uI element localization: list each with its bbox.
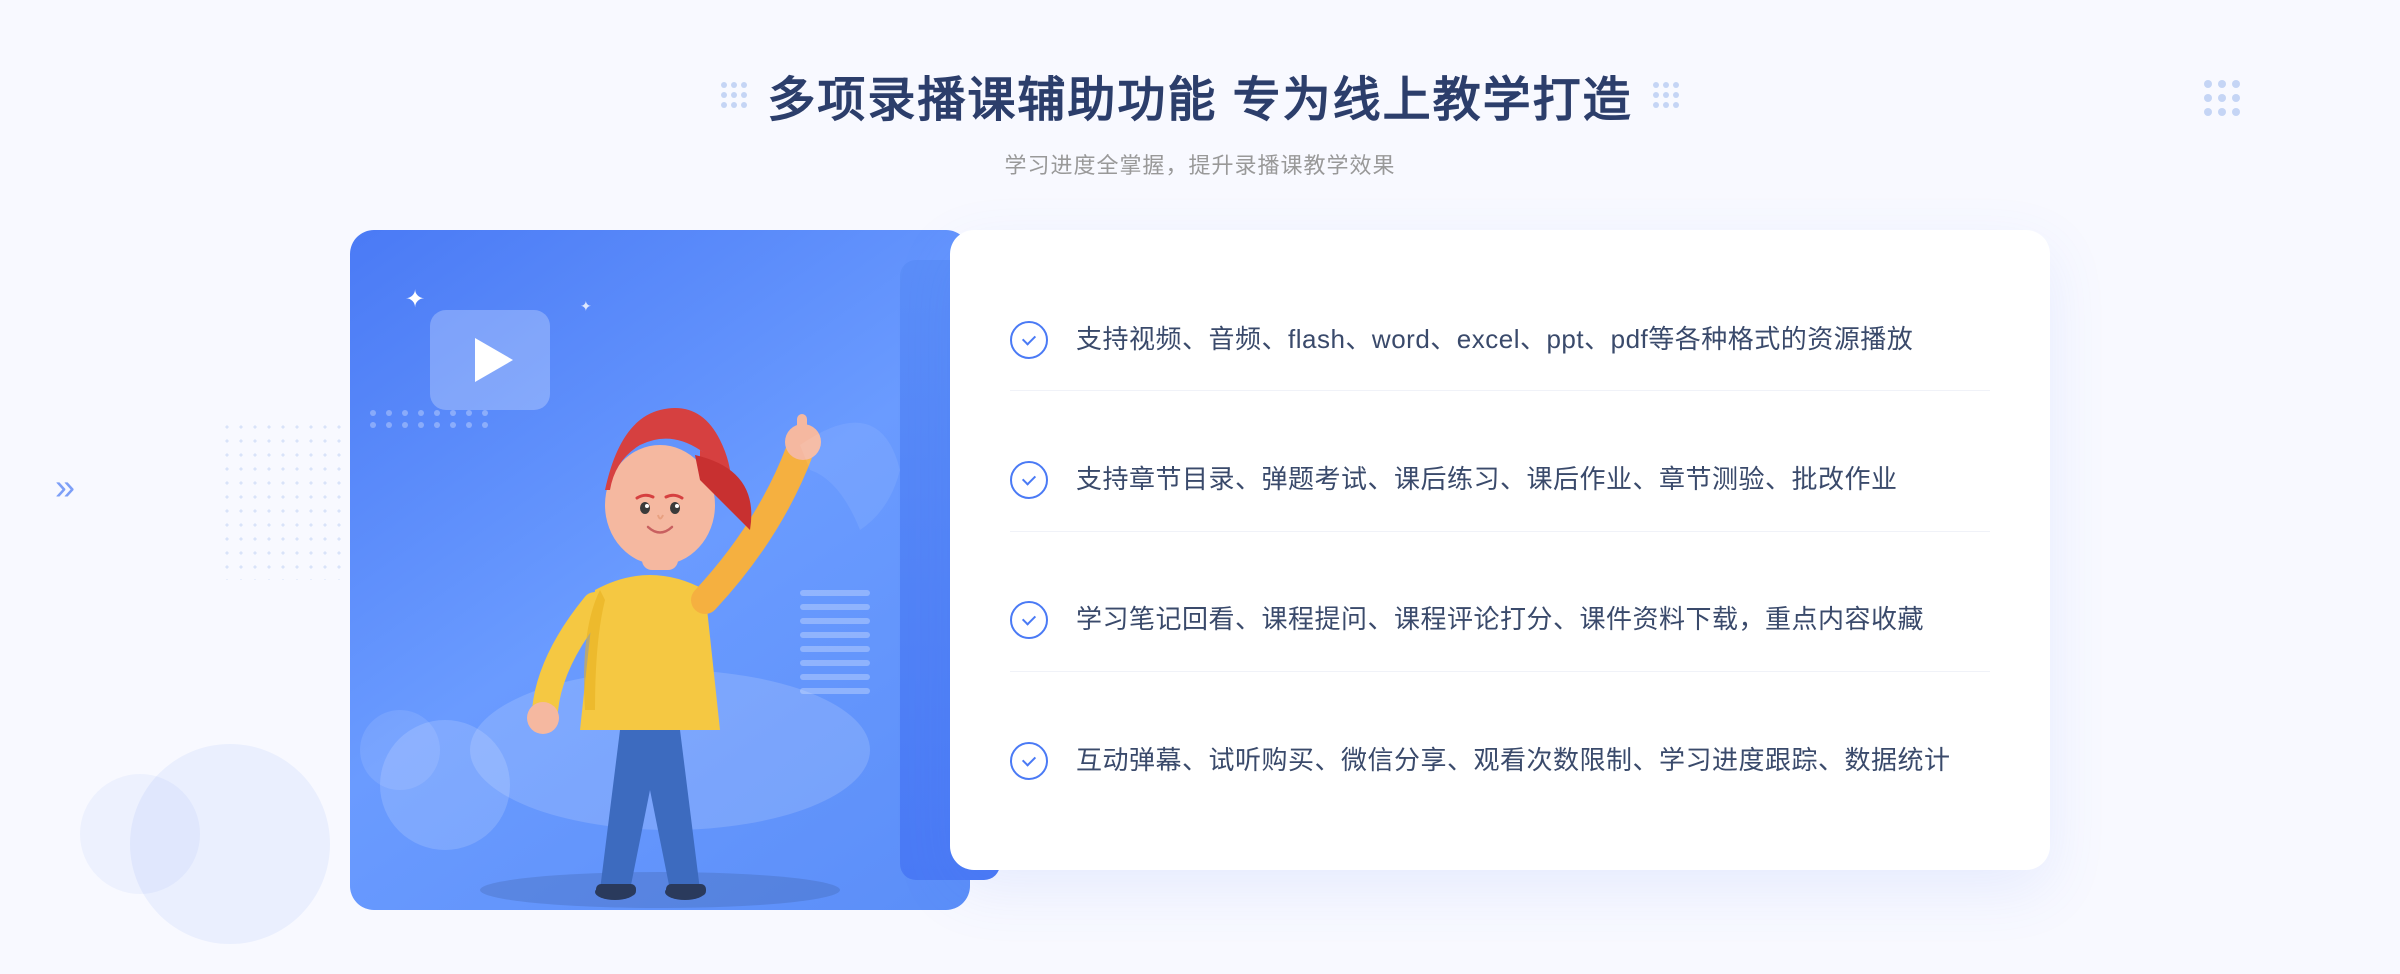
- chevron-right-icon: »: [55, 466, 75, 508]
- check-circle-4: [1010, 742, 1048, 780]
- illustration-card: ✦ ✦: [350, 230, 970, 910]
- star-decoration-top: ✦: [405, 285, 425, 314]
- title-dots-right: [1653, 82, 1679, 108]
- feature-text-3: 学习笔记回看、课程提问、课程评论打分、课件资料下载，重点内容收藏: [1076, 599, 1924, 641]
- page-container: 多项录播课辅助功能 专为线上教学打造 学习进度全掌握，提升录播课教学效果 »: [0, 0, 2400, 974]
- page-subtitle: 学习进度全掌握，提升录播课教学效果: [721, 148, 1678, 180]
- feature-text-2: 支持章节目录、弹题考试、课后练习、课后作业、章节测验、批改作业: [1076, 459, 1898, 501]
- main-content: ✦ ✦: [350, 230, 2050, 910]
- feature-item-2: 支持章节目录、弹题考试、课后练习、课后作业、章节测验、批改作业: [1010, 429, 1990, 532]
- dots-decoration-right-top: [2204, 80, 2240, 116]
- left-arrows-decoration: »: [55, 466, 75, 508]
- features-card: 支持视频、音频、flash、word、excel、ppt、pdf等各种格式的资源…: [950, 230, 2050, 870]
- title-dots-left: [721, 82, 747, 108]
- check-icon-3: [1010, 601, 1048, 639]
- check-circle-1: [1010, 321, 1048, 359]
- feature-text-4: 互动弹幕、试听购买、微信分享、观看次数限制、学习进度跟踪、数据统计: [1076, 740, 1951, 782]
- check-circle-2: [1010, 461, 1048, 499]
- feature-item-4: 互动弹幕、试听购买、微信分享、观看次数限制、学习进度跟踪、数据统计: [1010, 710, 1990, 812]
- check-icon-4: [1010, 742, 1048, 780]
- feature-text-1: 支持视频、音频、flash、word、excel、ppt、pdf等各种格式的资源…: [1076, 319, 1913, 361]
- illustration-dots: [370, 410, 492, 428]
- title-wrapper: 多项录播课辅助功能 专为线上教学打造: [721, 60, 1678, 130]
- check-icon-2: [1010, 461, 1048, 499]
- feature-item-3: 学习笔记回看、课程提问、课程评论打分、课件资料下载，重点内容收藏: [1010, 569, 1990, 672]
- header-section: 多项录播课辅助功能 专为线上教学打造 学习进度全掌握，提升录播课教学效果: [721, 0, 1678, 180]
- check-circle-3: [1010, 601, 1048, 639]
- light-circle-decoration-2: [80, 774, 200, 894]
- small-star-decoration: ✦: [580, 298, 592, 315]
- feature-item-1: 支持视频、音频、flash、word、excel、ppt、pdf等各种格式的资源…: [1010, 289, 1990, 392]
- check-icon-1: [1010, 321, 1048, 359]
- page-title: 多项录播课辅助功能 专为线上教学打造: [767, 60, 1632, 130]
